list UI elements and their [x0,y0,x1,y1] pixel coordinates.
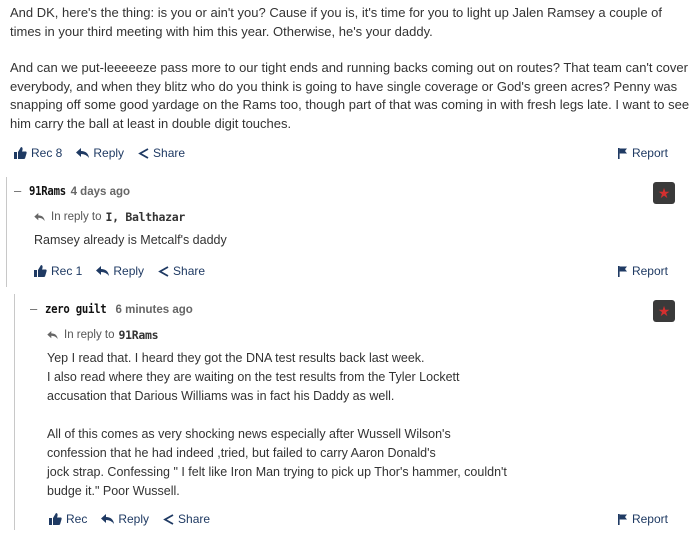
share-button[interactable]: Share [138,146,185,160]
report-button[interactable]: Report [617,512,668,526]
share-label: Share [153,146,186,160]
rec-label: Rec 1 [51,264,83,278]
comment-body: Ramsey already is Metcalf's daddy [34,231,227,250]
star-icon: ★ [653,182,675,204]
collapse-toggle[interactable]: – [14,183,21,198]
comment-body: Yep I read that. I heard they got the DN… [47,349,507,501]
username[interactable]: zero guilt [45,301,107,316]
thumbs-up-icon [34,265,47,277]
report-button[interactable]: Report [617,264,668,278]
in-reply-to-user[interactable]: 91Rams [119,328,159,342]
comment-line: budge it." Poor Wussell. [47,484,180,498]
in-reply-to: In reply to 91Rams [47,328,159,342]
comment-line: jock strap. Confessing " I felt like Iro… [47,465,507,479]
report-button[interactable]: Report [617,146,668,160]
rec-label: Rec [66,512,88,526]
reply-arrow-icon [47,331,58,339]
post-actions: Rec 8 Reply Share [14,144,199,162]
in-reply-prefix: In reply to [51,211,102,223]
collapse-toggle[interactable]: – [30,301,37,316]
comment-line: accusation that Darious Williams was in … [47,389,395,403]
in-reply-to: In reply to I, Balthazar [34,210,185,224]
reply-arrow-icon [34,213,45,221]
rec-button[interactable]: Rec 1 [34,264,82,278]
comment-header: – 91Rams 4 days ago [14,183,130,198]
flag-icon [617,147,627,159]
reply-label: Reply [113,264,145,278]
comment-actions: Rec 1 Reply Share [34,262,219,280]
report-label: Report [631,264,668,278]
reply-button[interactable]: Reply [96,264,144,278]
share-label: Share [178,512,211,526]
comment-line [47,406,507,425]
timestamp: 4 days ago [70,186,131,198]
comment-line: I also read where they are waiting on th… [47,370,460,384]
username[interactable]: 91Rams [29,183,66,198]
rec-button[interactable]: Rec 8 [14,146,62,160]
report-label: Report [631,512,668,526]
post-paragraph-2: And can we put-leeeeeze pass more to our… [10,60,690,131]
report-label: Report [631,146,668,160]
post-paragraph-1: And DK, here's the thing: is you or ain'… [10,5,663,39]
comment-line: confession that he had indeed ,tried, bu… [47,446,436,460]
in-reply-to-user[interactable]: I, Balthazar [106,210,186,224]
share-icon [138,147,149,159]
share-button[interactable]: Share [163,512,210,526]
reply-label: Reply [118,512,150,526]
thumbs-up-icon [49,513,62,525]
thumbs-up-icon [14,147,27,159]
timestamp: 6 minutes ago [115,304,193,316]
reply-button[interactable]: Reply [101,512,149,526]
rec-label: Rec 8 [31,146,63,160]
in-reply-prefix: In reply to [64,329,115,341]
reply-arrow-icon [96,266,110,276]
share-icon [163,513,174,525]
comment-actions: Rec Reply Share [49,510,224,528]
reply-arrow-icon [76,148,90,158]
reply-label: Reply [93,146,125,160]
share-label: Share [173,264,206,278]
rec-button[interactable]: Rec [49,512,87,526]
reply-arrow-icon [101,514,115,524]
star-icon: ★ [653,300,675,322]
share-icon [158,265,169,277]
reply-button[interactable]: Reply [76,146,124,160]
flag-icon [617,265,627,277]
thread-line [14,294,15,530]
comment-line: Yep I read that. I heard they got the DN… [47,351,425,365]
comment-header: – zero guilt 6 minutes ago [30,301,193,316]
flag-icon [617,513,627,525]
share-button[interactable]: Share [158,264,205,278]
comment-line: All of this comes as very shocking news … [47,427,451,441]
thread-line [6,177,7,287]
comment-line: Ramsey already is Metcalf's daddy [34,233,227,247]
